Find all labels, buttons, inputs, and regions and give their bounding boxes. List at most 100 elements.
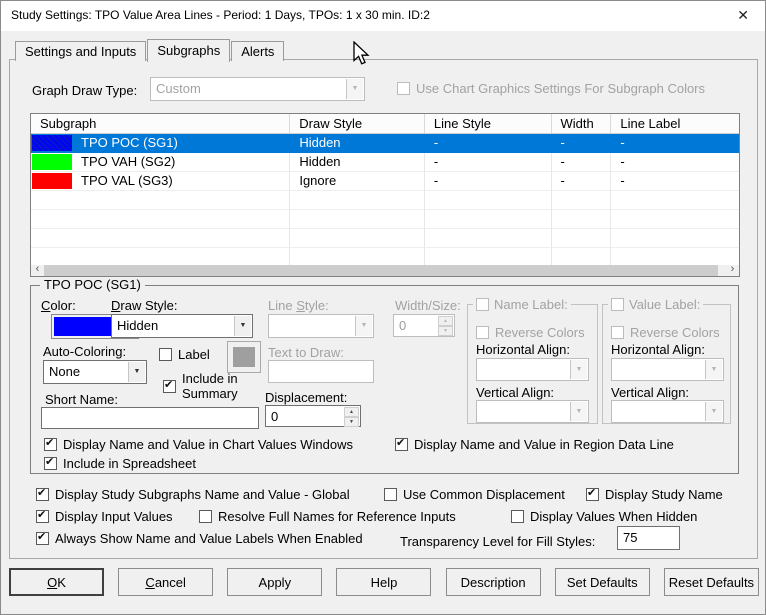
table-row-empty (31, 191, 739, 210)
apply-button[interactable]: Apply (227, 568, 323, 596)
tab-subgraphs[interactable]: Subgraphs (147, 39, 231, 62)
table-row-sg3[interactable]: TPO VAL (SG3) Ignore - - - (31, 172, 739, 191)
study-settings-dialog: Study Settings: TPO Value Area Lines - P… (0, 0, 766, 615)
checkbox-box (397, 82, 410, 95)
scroll-right-icon[interactable]: › (726, 264, 739, 276)
tab-bar: Settings and Inputs Subgraphs Alerts (15, 38, 285, 62)
horizontal-scrollbar[interactable]: ‹ › (31, 264, 739, 276)
short-name-label: Short Name: (45, 392, 118, 407)
displacement-label: Displacement: (265, 390, 348, 405)
subgraph-list-header: Subgraph Draw Style Line Style Width Lin… (31, 114, 739, 134)
title-bar: Study Settings: TPO Value Area Lines - P… (1, 1, 765, 31)
display-values-when-hidden-checkbox[interactable]: Display Values When Hidden (511, 509, 697, 524)
column-header-draw-style[interactable]: Draw Style (290, 114, 425, 133)
chevron-down-icon: ▼ (355, 316, 372, 336)
graph-draw-type-label: Graph Draw Type: (32, 83, 138, 98)
label-checkbox[interactable]: Label (159, 347, 210, 362)
name-vertical-align-combobox: ▼ (476, 400, 589, 423)
value-horizontal-align-combobox: ▼ (611, 358, 724, 381)
table-row-sg1[interactable]: TPO POC (SG1) Hidden - - - (31, 134, 739, 153)
display-input-values-checkbox[interactable]: Display Input Values (36, 508, 173, 524)
name-label-title: Name Label: (473, 297, 571, 312)
button-row: OK Cancel Apply Help Description Set Def… (9, 568, 759, 596)
text-to-draw-input (268, 360, 374, 383)
name-label-checkbox (476, 298, 489, 311)
chevron-down-icon: ▼ (570, 402, 587, 421)
tab-settings-and-inputs[interactable]: Settings and Inputs (15, 41, 147, 61)
draw-style-combobox[interactable]: Hidden ▼ (111, 314, 253, 338)
display-study-name-checkbox[interactable]: Display Study Name (586, 486, 723, 502)
chevron-down-icon: ▼ (705, 402, 722, 421)
auto-coloring-combobox[interactable]: None ▼ (43, 360, 147, 384)
mouse-cursor-icon (353, 41, 370, 65)
tab-alerts[interactable]: Alerts (231, 41, 285, 61)
column-header-line-label[interactable]: Line Label (611, 114, 739, 133)
scrollbar-thumb[interactable] (44, 265, 718, 276)
subgraphs-panel: Graph Draw Type: Custom ▼ Use Chart Grap… (9, 59, 758, 559)
include-in-spreadsheet-checkbox[interactable]: Include in Spreadsheet (44, 455, 196, 471)
chevron-down-icon: ▼ (346, 79, 363, 99)
width-size-label: Width/Size: (395, 298, 461, 313)
name-horizontal-align-label: Horizontal Align: (476, 342, 570, 357)
scroll-left-icon[interactable]: ‹ (31, 264, 44, 276)
spinner-down-icon[interactable]: ▼ (344, 417, 359, 427)
value-label-title: Value Label: (608, 297, 704, 312)
chevron-down-icon[interactable]: ▼ (128, 362, 145, 382)
color-swatch (32, 135, 72, 151)
subgraph-list: Subgraph Draw Style Line Style Width Lin… (30, 113, 740, 277)
transparency-label: Transparency Level for Fill Styles: (400, 534, 596, 549)
color-swatch (32, 173, 72, 189)
chevron-down-icon[interactable]: ▼ (234, 316, 251, 336)
line-style-combobox: ▼ (268, 314, 374, 338)
table-row-sg2[interactable]: TPO VAH (SG2) Hidden - - - (31, 153, 739, 172)
draw-style-label: Draw Style: (111, 298, 178, 313)
table-row-empty (31, 210, 739, 229)
value-horizontal-align-label: Horizontal Align: (611, 342, 705, 357)
use-chart-graphics-checkbox: Use Chart Graphics Settings For Subgraph… (397, 81, 705, 96)
width-size-spinner: 0 ▲ ▼ (393, 314, 455, 337)
value-vertical-align-combobox: ▼ (611, 400, 724, 423)
name-horizontal-align-combobox: ▼ (476, 358, 589, 381)
group-title: TPO POC (SG1) (40, 277, 145, 293)
name-vertical-align-label: Vertical Align: (476, 385, 555, 400)
displacement-spinner[interactable]: 0 ▲ ▼ (265, 405, 361, 427)
chevron-down-icon: ▼ (705, 360, 722, 379)
spinner-up-icon[interactable]: ▲ (344, 407, 359, 417)
table-row-empty (31, 229, 739, 248)
chevron-down-icon: ▼ (570, 360, 587, 379)
color-swatch (32, 154, 72, 170)
column-header-line-style[interactable]: Line Style (425, 114, 552, 133)
reset-defaults-button[interactable]: Reset Defaults (663, 568, 759, 596)
label-color-button[interactable] (227, 341, 261, 373)
help-button[interactable]: Help (336, 568, 432, 596)
display-subgraphs-global-checkbox[interactable]: Display Study Subgraphs Name and Value -… (36, 486, 350, 502)
value-label-checkbox (611, 298, 624, 311)
value-label-group: Value Label: Reverse Colors Horizontal A… (602, 297, 731, 424)
window-title: Study Settings: TPO Value Area Lines - P… (11, 8, 430, 22)
display-region-data-line-checkbox[interactable]: Display Name and Value in Region Data Li… (395, 436, 674, 452)
name-label-group: Name Label: Reverse Colors Horizontal Al… (467, 297, 598, 424)
always-show-labels-checkbox[interactable]: Always Show Name and Value Labels When E… (36, 530, 363, 546)
include-in-summary-checkbox[interactable]: Include in Summary (163, 371, 263, 401)
line-style-label: Line Style: (268, 298, 329, 313)
display-chart-values-windows-checkbox[interactable]: Display Name and Value in Chart Values W… (44, 436, 353, 452)
description-button[interactable]: Description (445, 568, 541, 596)
close-icon[interactable]: ✕ (733, 6, 753, 25)
value-reverse-colors-checkbox: Reverse Colors (611, 325, 720, 340)
cancel-button[interactable]: Cancel (118, 568, 214, 596)
set-defaults-button[interactable]: Set Defaults (554, 568, 650, 596)
column-header-width[interactable]: Width (552, 114, 612, 133)
auto-coloring-label: Auto-Coloring: (43, 344, 127, 359)
resolve-full-names-checkbox[interactable]: Resolve Full Names for Reference Inputs (199, 509, 456, 524)
ok-button[interactable]: OK (9, 568, 104, 596)
transparency-input[interactable]: 75 (617, 526, 680, 550)
column-header-subgraph[interactable]: Subgraph (31, 114, 291, 133)
spinner-down-icon: ▼ (438, 326, 453, 336)
use-common-displacement-checkbox[interactable]: Use Common Displacement (384, 487, 565, 502)
spinner-up-icon: ▲ (438, 316, 453, 326)
name-reverse-colors-checkbox: Reverse Colors (476, 325, 585, 340)
short-name-input[interactable] (41, 407, 259, 429)
color-label: Color: (41, 298, 76, 313)
subgraph-settings-group: TPO POC (SG1) Color: Draw Style: Hidden … (30, 277, 739, 474)
text-to-draw-label: Text to Draw: (268, 345, 344, 360)
